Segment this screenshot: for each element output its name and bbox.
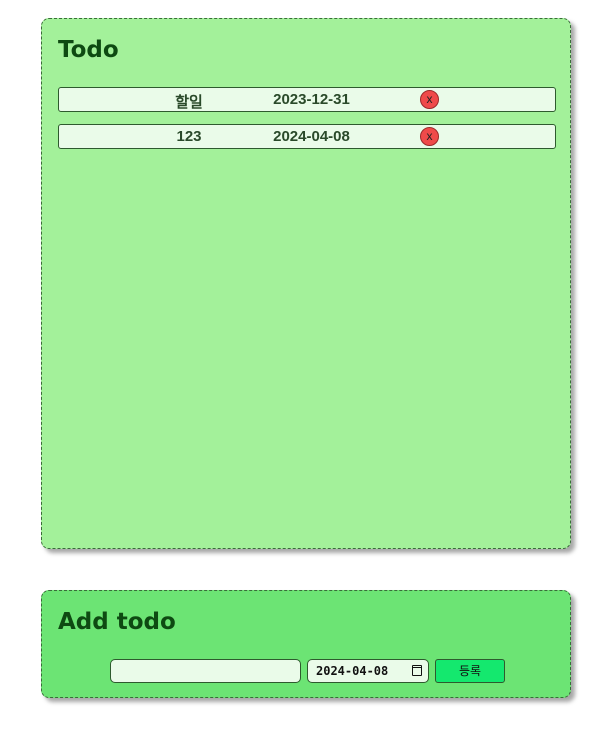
date-input-value: 2024-04-08 <box>316 664 389 678</box>
todo-date-input[interactable]: 2024-04-08 <box>307 659 429 683</box>
list-item: 123 2024-04-08 x <box>58 124 556 149</box>
submit-button[interactable]: 등록 <box>435 659 505 683</box>
delete-button[interactable]: x <box>420 127 439 146</box>
add-todo-panel: Add todo 2024-04-08 등록 <box>41 590 571 698</box>
add-todo-title: Add todo <box>58 609 176 635</box>
todo-name: 할일 <box>175 94 203 111</box>
todo-list: 할일 2023-12-31 x 123 2024-04-08 x <box>58 87 556 161</box>
calendar-icon[interactable] <box>412 665 422 676</box>
todo-panel: Todo 할일 2023-12-31 x 123 2024-04-08 x <box>41 18 571 549</box>
list-item: 할일 2023-12-31 x <box>58 87 556 112</box>
todo-date: 2023-12-31 <box>273 91 350 108</box>
todo-name: 123 <box>176 128 202 145</box>
todo-panel-title: Todo <box>58 37 119 63</box>
todo-text-input[interactable] <box>110 659 301 683</box>
delete-button[interactable]: x <box>420 90 439 109</box>
todo-date: 2024-04-08 <box>273 128 350 145</box>
